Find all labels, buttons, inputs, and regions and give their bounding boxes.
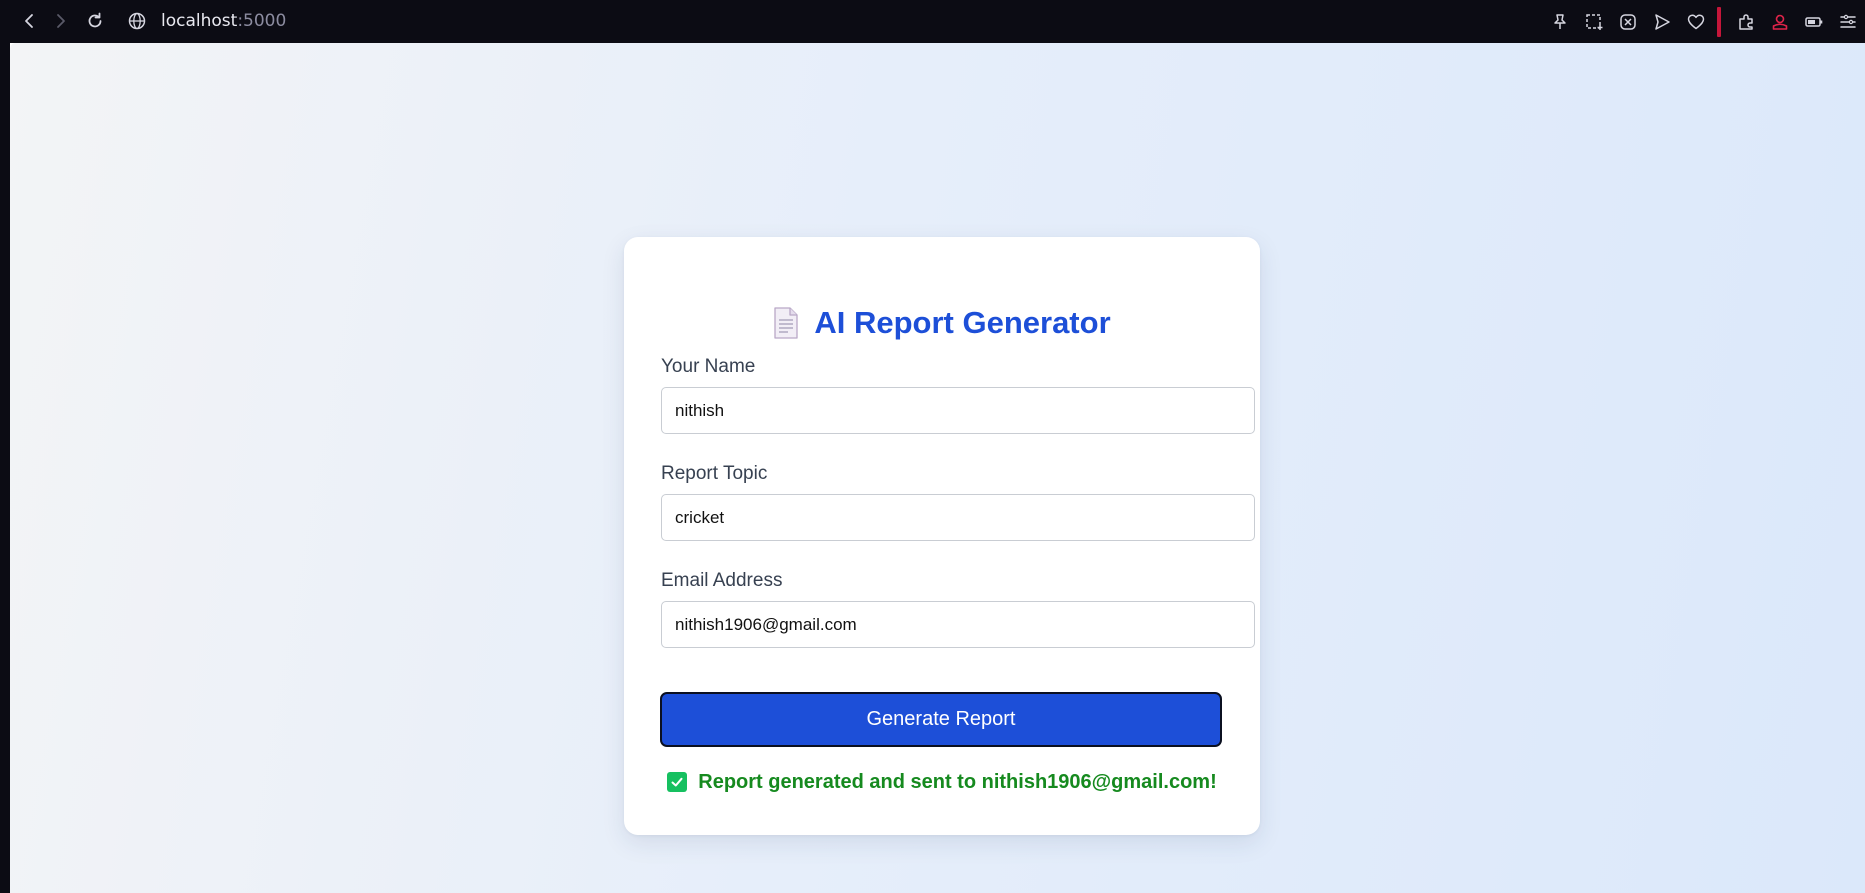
topic-label: Report Topic (661, 463, 768, 484)
reload-icon[interactable] (82, 8, 108, 34)
toolbar-right (1543, 0, 1865, 43)
heart-icon[interactable] (1679, 5, 1713, 39)
report-form-card: AI Report Generator Your Name Report Top… (624, 237, 1260, 835)
send-icon[interactable] (1645, 5, 1679, 39)
email-input[interactable] (661, 601, 1255, 648)
status-message: Report generated and sent to nithish1906… (624, 767, 1260, 797)
battery-icon[interactable] (1797, 5, 1831, 39)
extensions-icon[interactable] (1729, 5, 1763, 39)
url-port: :5000 (237, 11, 287, 31)
name-input[interactable] (661, 387, 1255, 434)
forward-arrow-icon[interactable] (48, 8, 74, 34)
toolbar-divider (1717, 6, 1721, 37)
browser-toolbar: localhost:5000 (0, 0, 1865, 43)
title-row: AI Report Generator (624, 301, 1260, 345)
menu-icon[interactable] (1831, 5, 1865, 39)
url-host: localhost (161, 11, 238, 31)
page-title: AI Report Generator (814, 305, 1111, 340)
status-text: Report generated and sent to nithish1906… (698, 771, 1217, 793)
screenshot-icon[interactable] (1577, 5, 1611, 39)
generate-report-button[interactable]: Generate Report (660, 692, 1222, 747)
globe-icon (124, 8, 150, 34)
pin-icon[interactable] (1543, 5, 1577, 39)
back-arrow-icon[interactable] (16, 8, 42, 34)
page-viewport: AI Report Generator Your Name Report Top… (10, 43, 1865, 893)
email-label: Email Address (661, 570, 783, 591)
profile-icon[interactable] (1763, 5, 1797, 39)
close-box-icon[interactable] (1611, 5, 1645, 39)
document-icon (774, 307, 799, 339)
name-label: Your Name (661, 356, 756, 377)
check-box-icon (667, 772, 688, 792)
sidebar-edge (0, 43, 10, 893)
topic-input[interactable] (661, 494, 1255, 541)
address-bar[interactable]: localhost:5000 (161, 10, 286, 32)
